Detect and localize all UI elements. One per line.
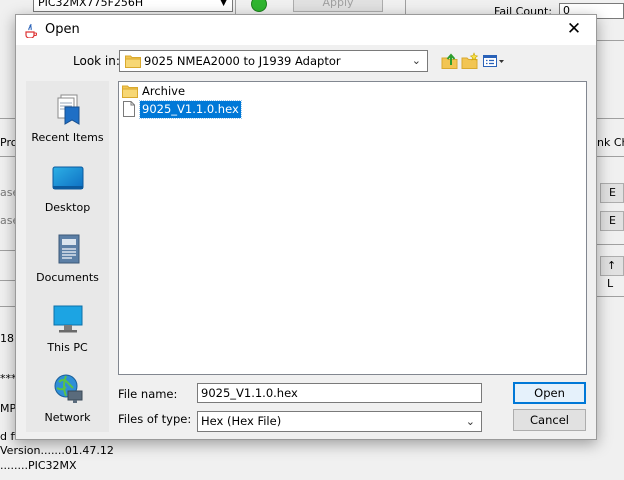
divider (0, 250, 15, 251)
divider (597, 118, 624, 119)
this-pc-icon (53, 305, 83, 333)
chevron-down-icon: ⌄ (465, 415, 475, 428)
place-documents[interactable]: Documents (26, 227, 109, 293)
place-label: Desktop (44, 201, 91, 214)
file-type-value: Hex (Hex File) (201, 414, 282, 428)
place-network[interactable]: Network (26, 367, 109, 433)
bg-button-e-1-label: E (609, 186, 616, 199)
network-icon (54, 374, 83, 403)
cancel-button[interactable]: Cancel (513, 409, 586, 431)
apply-button[interactable]: Apply (293, 0, 383, 12)
status-led (251, 0, 267, 12)
chevron-down-icon: ⌄ (411, 54, 421, 67)
divider (597, 40, 624, 41)
documents-icon (58, 234, 80, 264)
divider (0, 156, 15, 157)
create-new-folder-button[interactable] (460, 51, 480, 71)
up-one-level-button[interactable] (440, 51, 460, 71)
open-button[interactable]: Open (513, 382, 586, 404)
divider (0, 280, 15, 281)
place-label: Network (44, 411, 91, 424)
open-dialog: Open ✕ Look in: 9025 NMEA2000 to J1939 A… (15, 14, 597, 440)
places-bar: Recent Items Desktop Documents This PC N… (26, 81, 109, 432)
place-label: This PC (47, 341, 88, 354)
device-select-value: PIC32MX775F256H (38, 0, 144, 9)
file-name: Archive (142, 84, 186, 98)
divider (597, 296, 624, 297)
file-name-label: File name: (118, 387, 178, 401)
look-in-select[interactable]: 9025 NMEA2000 to J1939 Adaptor ⌄ (119, 50, 428, 72)
bg-text-version: Version.......01.47.12 (0, 444, 114, 457)
up-folder-icon (441, 53, 458, 69)
divider (405, 0, 406, 14)
view-menu-button[interactable] (482, 51, 506, 71)
folder-icon (122, 85, 138, 98)
divider (597, 244, 624, 245)
bg-button-e-2-label: E (609, 214, 616, 227)
divider (0, 118, 15, 119)
bg-button-l-label: ↑ L (607, 259, 617, 290)
device-select[interactable]: PIC32MX775F256H ▼ (33, 0, 233, 12)
java-app-icon (25, 23, 37, 38)
view-menu-icon (483, 55, 504, 67)
file-type-select[interactable]: Hex (Hex File) ⌄ (197, 411, 482, 432)
place-label: Recent Items (31, 131, 104, 144)
bg-text-nk-ch: nk Ch (597, 136, 624, 149)
file-name: 9025_V1.1.0.hex (139, 100, 242, 119)
close-icon: ✕ (566, 19, 582, 39)
dialog-title: Open (45, 22, 80, 37)
place-this-pc[interactable]: This PC (26, 297, 109, 363)
bg-button-e-1[interactable]: E (600, 183, 624, 203)
place-label: Documents (36, 271, 99, 284)
bg-button-e-2[interactable]: E (600, 211, 624, 231)
bg-button-l[interactable]: ↑ L (600, 256, 624, 290)
divider (597, 156, 624, 157)
place-recent-items[interactable]: Recent Items (26, 87, 109, 153)
close-button[interactable]: ✕ (552, 15, 596, 45)
place-desktop[interactable]: Desktop (26, 157, 109, 223)
recent-items-icon (57, 94, 80, 125)
look-in-value: 9025 NMEA2000 to J1939 Adaptor (144, 54, 341, 68)
chevron-down-icon: ▼ (220, 0, 227, 8)
divider (0, 306, 15, 307)
file-list[interactable]: Archive 9025_V1.1.0.hex (118, 81, 587, 375)
look-in-label: Look in: (73, 54, 120, 68)
file-icon (123, 101, 135, 117)
desktop-icon (52, 166, 84, 190)
divider (235, 0, 236, 14)
bg-text-family: ........PIC32MX (0, 459, 77, 472)
dialog-titlebar[interactable]: Open ✕ (16, 15, 596, 45)
new-folder-icon (461, 52, 479, 69)
folder-icon (125, 55, 141, 68)
file-name-input[interactable]: 9025_V1.1.0.hex (197, 383, 482, 403)
file-type-label: Files of type: (118, 412, 192, 426)
